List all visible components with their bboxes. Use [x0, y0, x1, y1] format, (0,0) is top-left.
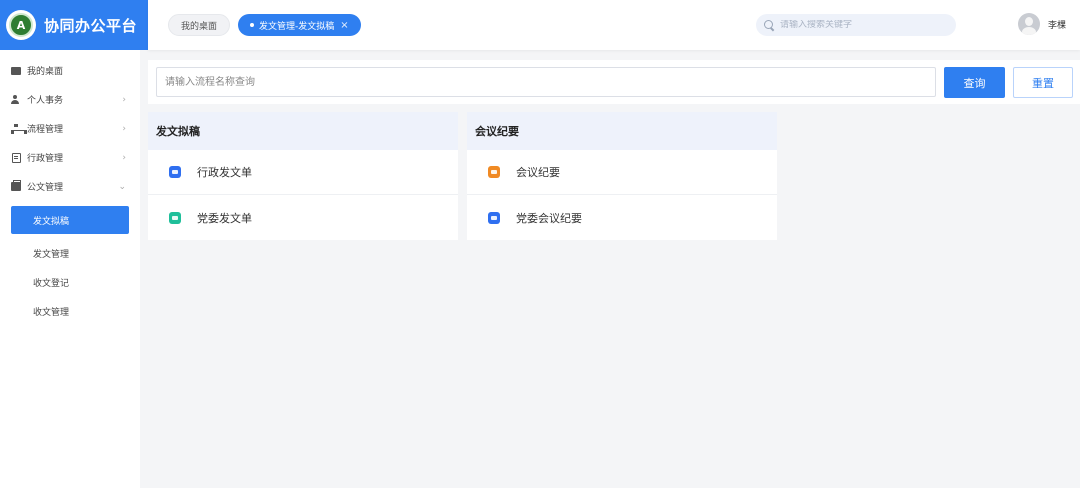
sidebar-item-label: 公文管理 [27, 183, 64, 193]
card-meeting-minutes: 会议纪要 会议纪要 党委会议纪要 [467, 112, 777, 240]
chevron-down-icon: ⌄ [118, 181, 126, 192]
sidebar-subitem-incoming-register[interactable]: 收文登记 [0, 268, 140, 297]
list-item-label: 会议纪要 [516, 166, 560, 179]
tab-draft-document[interactable]: 发文管理-发文拟稿 × [238, 14, 361, 36]
sidebar-subitem-incoming-management[interactable]: 收文管理 [0, 297, 140, 326]
sidebar-subitem-draft-document[interactable]: 发文拟稿 [11, 206, 129, 234]
flow-icon [11, 123, 27, 134]
sidebar-item-label: 个人事务 [27, 96, 64, 106]
chevron-right-icon: › [122, 123, 126, 134]
global-search[interactable] [756, 14, 956, 36]
tab-label: 我的桌面 [181, 21, 218, 32]
sidebar-item-label: 我的桌面 [27, 67, 64, 77]
close-icon[interactable]: × [340, 20, 348, 31]
chevron-right-icon: › [122, 94, 126, 105]
reset-button[interactable]: 重置 [1013, 67, 1073, 98]
person-icon [11, 95, 21, 105]
sidebar-item-label: 流程管理 [27, 125, 64, 135]
query-button[interactable]: 查询 [944, 67, 1005, 98]
sidebar-item-flow-management[interactable]: 流程管理 › [0, 114, 140, 143]
sidebar-item-document-management[interactable]: 公文管理 ⌄ [0, 172, 140, 201]
list-item-party-dispatch-form[interactable]: 党委发文单 [148, 195, 458, 240]
sidebar-subitem-outgoing-management[interactable]: 发文管理 [0, 239, 140, 268]
sidebar: 我的桌面 个人事务 › 流程管理 › 行政管理 › 公文管理 ⌄ 发文拟稿 发文… [0, 50, 140, 488]
card-draft-document: 发文拟稿 行政发文单 党委发文单 [148, 112, 458, 240]
avatar[interactable] [1017, 13, 1040, 35]
brand-bar: A 协同办公平台 [0, 0, 148, 50]
card-title: 发文拟稿 [148, 112, 458, 150]
list-item-label: 党委发文单 [197, 211, 252, 225]
form-icon [488, 166, 500, 178]
list-item-meeting-minutes[interactable]: 会议纪要 [467, 150, 777, 195]
card-title: 会议纪要 [467, 112, 777, 150]
process-search-input[interactable] [156, 67, 936, 97]
active-dot-icon [250, 23, 255, 27]
form-icon [169, 211, 181, 224]
sidebar-item-admin-management[interactable]: 行政管理 › [0, 143, 140, 172]
list-item-party-meeting-minutes[interactable]: 党委会议纪要 [467, 195, 777, 240]
logo-emblem-icon: A [9, 13, 33, 37]
global-search-input[interactable] [780, 20, 940, 30]
logo: A [6, 10, 36, 40]
search-icon[interactable] [764, 19, 775, 31]
list-item-admin-dispatch-form[interactable]: 行政发文单 [148, 150, 458, 195]
sidebar-item-my-desktop[interactable]: 我的桌面 [0, 56, 140, 85]
sidebar-item-label: 行政管理 [27, 154, 64, 164]
user-name[interactable]: 李棵 [1048, 18, 1066, 31]
app-title: 协同办公平台 [44, 16, 138, 35]
document-icon [11, 180, 21, 192]
user-menu[interactable]: 李棵 [1017, 13, 1066, 35]
admin-icon [11, 152, 21, 163]
desktop-icon [11, 66, 21, 76]
tab-label: 发文管理-发文拟稿 [259, 21, 335, 32]
form-icon [488, 211, 500, 224]
filter-bar: 查询 重置 [148, 60, 1080, 104]
list-item-label: 行政发文单 [197, 166, 252, 179]
chevron-right-icon: › [122, 152, 126, 163]
sidebar-item-personal-affairs[interactable]: 个人事务 › [0, 85, 140, 114]
top-header: 我的桌面 发文管理-发文拟稿 × 李棵 [148, 0, 1080, 50]
tab-my-desktop[interactable]: 我的桌面 [168, 14, 231, 36]
form-icon [169, 166, 181, 178]
list-item-label: 党委会议纪要 [516, 211, 582, 225]
